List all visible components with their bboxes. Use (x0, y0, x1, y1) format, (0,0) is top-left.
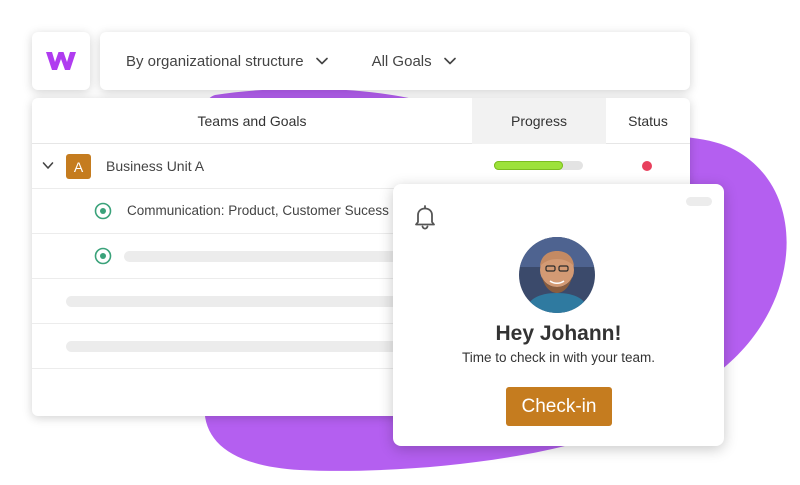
progress-bar-fill (494, 161, 564, 170)
goal-label: Communication: Product, Customer Sucess … (127, 203, 416, 218)
column-header-progress[interactable]: Progress (472, 98, 606, 144)
placeholder-bar (66, 296, 426, 307)
brand-logo-icon (46, 52, 76, 70)
placeholder-bar (66, 341, 426, 352)
checkin-message: Time to check in with your team. (461, 350, 656, 365)
greeting-heading: Hey Johann! (495, 322, 622, 345)
chevron-down-icon[interactable] (42, 161, 54, 170)
filter-bar: By organizational structure All Goals (100, 32, 690, 90)
progress-bar (494, 161, 583, 170)
brand-logo[interactable] (32, 32, 90, 90)
target-icon (94, 247, 112, 265)
unit-name: Business Unit A (106, 158, 205, 174)
popup-handle[interactable] (686, 197, 712, 206)
column-header-teams[interactable]: Teams and Goals (32, 98, 472, 144)
goals-filter-label: All Goals (371, 52, 432, 70)
unit-badge: A (66, 154, 91, 179)
checkin-button[interactable]: Check-in (506, 387, 612, 426)
target-icon (94, 202, 112, 220)
column-header-status[interactable]: Status (606, 98, 690, 144)
structure-filter-label: By organizational structure (126, 52, 304, 70)
goals-filter-dropdown[interactable]: All Goals (372, 53, 456, 70)
bell-icon[interactable] (413, 204, 437, 230)
structure-filter-dropdown[interactable]: By organizational structure (126, 53, 328, 70)
chevron-down-icon (443, 57, 456, 65)
avatar (519, 237, 595, 313)
checkin-notification: Hey Johann! Time to check in with your t… (393, 184, 724, 446)
status-indicator (642, 161, 652, 171)
table-header: Teams and Goals Progress Status (32, 98, 690, 144)
placeholder-bar (124, 251, 424, 262)
chevron-down-icon (315, 57, 328, 65)
table-row-business-unit[interactable]: A Business Unit A (32, 144, 690, 189)
